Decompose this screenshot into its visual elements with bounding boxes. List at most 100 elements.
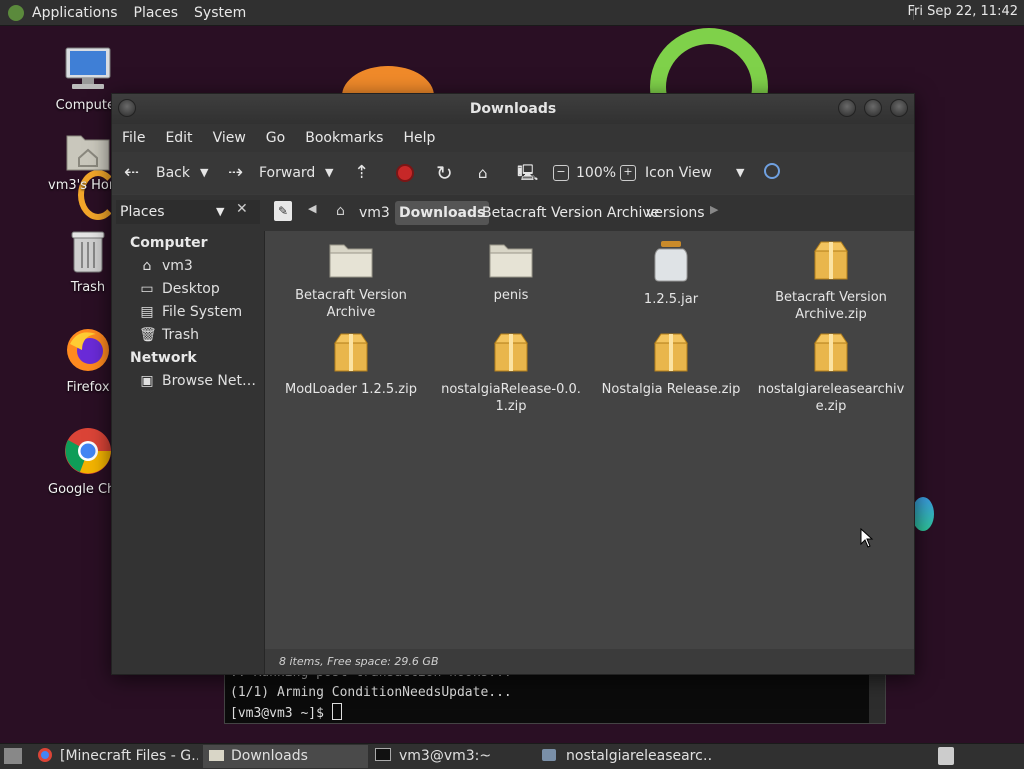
show-desktop-icon[interactable] bbox=[4, 748, 22, 764]
file-name: nostalgiaRelease-0.0.1.zip bbox=[441, 382, 581, 414]
view-mode-select[interactable]: Icon View bbox=[645, 152, 712, 194]
file-manager-window[interactable]: Downloads File Edit View Go Bookmarks Help ⇠ … bbox=[111, 93, 915, 675]
menu-help[interactable]: Help bbox=[393, 124, 445, 152]
firefox-icon bbox=[67, 329, 109, 371]
trash-icon: 🗑 bbox=[139, 327, 157, 343]
wallpaper-blue-blob bbox=[912, 497, 934, 531]
top-panel: Applications Places System Fri Sep 22, 1… bbox=[0, 0, 1024, 26]
system-menu[interactable]: System bbox=[186, 5, 254, 21]
menu-edit[interactable]: Edit bbox=[155, 124, 202, 152]
terminal-prompt[interactable]: [vm3@vm3 ~]$ bbox=[230, 703, 342, 721]
home-folder-icon bbox=[66, 135, 110, 171]
sidebar-item-label: Trash bbox=[162, 327, 199, 343]
forward-button[interactable]: Forward bbox=[259, 152, 315, 194]
file-item[interactable]: nostalgiaRelease-0.0.1.zip bbox=[436, 331, 586, 415]
file-item[interactable]: Nostalgia Release.zip bbox=[596, 331, 746, 398]
taskbar-item-label: vm3@vm3:~ bbox=[399, 748, 492, 764]
toolbar: ⇠ Back ▼ ⇢ Forward ▼ ⇡ ↻ ⌂ 🖳 − 100% + Ic… bbox=[112, 152, 914, 194]
menu-file[interactable]: File bbox=[112, 124, 155, 152]
sidebar-header-network: Network bbox=[130, 350, 197, 366]
home-icon[interactable]: ⌂ bbox=[478, 152, 488, 194]
status-bar: 8 items, Free space: 29.6 GB bbox=[265, 649, 914, 674]
sidebar-item-file-system[interactable]: ▤ File System bbox=[139, 304, 242, 320]
terminal-line: (1/1) Arming ConditionNeedsUpdate... bbox=[230, 685, 512, 700]
back-arrow-icon[interactable]: ⇠ bbox=[124, 152, 139, 194]
up-arrow-icon[interactable]: ⇡ bbox=[354, 152, 369, 194]
drive-icon: ▤ bbox=[140, 304, 154, 320]
file-name: Betacraft Version Archive bbox=[295, 288, 407, 320]
workspace-switcher-icon[interactable] bbox=[938, 747, 954, 765]
desktop-icon: ▭ bbox=[140, 281, 154, 297]
menu-bookmarks[interactable]: Bookmarks bbox=[295, 124, 393, 152]
menu-view[interactable]: View bbox=[203, 124, 256, 152]
chevron-down-icon: ▼ bbox=[216, 205, 225, 218]
file-item[interactable]: Betacraft Version Archive bbox=[276, 239, 426, 321]
window-menu-button[interactable] bbox=[118, 99, 136, 117]
taskbar-item-label: nostalgiareleasearc… bbox=[566, 748, 712, 764]
sidebar-item-desktop[interactable]: ▭ Desktop bbox=[139, 281, 220, 297]
reload-icon[interactable]: ↻ bbox=[436, 152, 453, 194]
file-item[interactable]: Betacraft Version Archive.zip bbox=[756, 239, 906, 323]
close-button[interactable] bbox=[890, 99, 908, 117]
file-view[interactable]: Betacraft Version Archive penis 1.2.5.ja… bbox=[265, 231, 914, 649]
edit-location-icon[interactable]: ✎ bbox=[274, 201, 292, 221]
stop-icon[interactable] bbox=[396, 164, 414, 182]
taskbar-item-downloads[interactable]: Downloads bbox=[203, 745, 368, 768]
computer-icon[interactable]: 🖳 bbox=[517, 152, 538, 194]
file-name: 1.2.5.jar bbox=[643, 292, 699, 307]
back-button[interactable]: Back bbox=[156, 152, 190, 194]
folder-icon bbox=[329, 244, 373, 278]
sidebar-item-label: vm3 bbox=[162, 258, 193, 274]
breadcrumb-downloads[interactable]: Downloads bbox=[395, 201, 490, 225]
sidebar-item-vm3[interactable]: ⌂ vm3 bbox=[139, 258, 193, 274]
sidebar-item-label: File System bbox=[162, 304, 243, 320]
menu-bar: File Edit View Go Bookmarks Help bbox=[112, 124, 914, 152]
taskbar-item-chrome[interactable]: [Minecraft Files - G… bbox=[38, 745, 198, 768]
forward-history-dropdown[interactable]: ▼ bbox=[325, 152, 333, 194]
file-item[interactable]: 1.2.5.jar bbox=[596, 239, 746, 308]
breadcrumb-right-arrow[interactable]: ▶ bbox=[710, 203, 718, 216]
breadcrumb-betacraft[interactable]: Betacraft Version Archive bbox=[478, 201, 663, 225]
chrome-icon bbox=[38, 748, 52, 762]
file-item[interactable]: penis bbox=[436, 239, 586, 304]
sidebar-item-browse-network[interactable]: ▣ Browse Net… bbox=[139, 373, 256, 389]
search-icon[interactable] bbox=[764, 163, 780, 179]
clock[interactable]: Fri Sep 22, 11:42 bbox=[907, 4, 1018, 19]
close-sidebar-icon[interactable]: ✕ bbox=[236, 201, 248, 217]
breadcrumb-left-arrow[interactable]: ◀ bbox=[308, 202, 316, 215]
folder-icon bbox=[209, 750, 224, 761]
terminal-icon bbox=[375, 748, 391, 761]
home-icon: ⌂ bbox=[142, 258, 152, 274]
sidebar-item-label: Browse Net… bbox=[162, 373, 257, 389]
home-icon: ⌂ bbox=[336, 203, 345, 219]
jar-icon bbox=[654, 241, 688, 282]
taskbar-item-terminal[interactable]: vm3@vm3:~ bbox=[375, 745, 535, 768]
taskbar-item-archive[interactable]: nostalgiareleasearc… bbox=[542, 745, 712, 768]
minimize-button[interactable] bbox=[838, 99, 856, 117]
archive-manager-icon bbox=[542, 749, 556, 761]
file-item[interactable]: ModLoader 1.2.5.zip bbox=[276, 331, 426, 398]
places-sidebar: Computer ⌂ vm3 ▭ Desktop ▤ File System 🗑 Tra… bbox=[112, 231, 265, 674]
back-history-dropdown[interactable]: ▼ bbox=[200, 152, 208, 194]
file-item[interactable]: nostalgiareleasearchive.zip bbox=[756, 331, 906, 415]
maximize-button[interactable] bbox=[864, 99, 882, 117]
archive-icon bbox=[494, 333, 528, 372]
zoom-out-icon[interactable]: − bbox=[553, 165, 569, 181]
breadcrumb-vm3[interactable]: vm3 bbox=[355, 201, 394, 225]
prompt-text: [vm3@vm3 ~]$ bbox=[230, 706, 332, 721]
breadcrumb-versions[interactable]: versions bbox=[642, 201, 709, 225]
file-name: ModLoader 1.2.5.zip bbox=[285, 382, 417, 397]
view-mode-dropdown-icon[interactable]: ▼ bbox=[736, 152, 744, 194]
window-titlebar[interactable]: Downloads bbox=[112, 94, 914, 124]
menu-go[interactable]: Go bbox=[256, 124, 295, 152]
taskbar: [Minecraft Files - G… Downloads vm3@vm3:… bbox=[0, 743, 1024, 769]
zoom-level[interactable]: 100% bbox=[576, 152, 616, 194]
sidebar-item-label: Desktop bbox=[162, 281, 220, 297]
places-menu[interactable]: Places bbox=[126, 5, 187, 21]
applications-menu[interactable]: Applications bbox=[24, 5, 126, 21]
system-logo-icon[interactable] bbox=[8, 4, 24, 21]
sidebar-item-trash[interactable]: 🗑 Trash bbox=[139, 327, 199, 343]
archive-icon bbox=[654, 333, 688, 372]
forward-arrow-icon[interactable]: ⇢ bbox=[228, 152, 243, 194]
zoom-in-icon[interactable]: + bbox=[620, 165, 636, 181]
